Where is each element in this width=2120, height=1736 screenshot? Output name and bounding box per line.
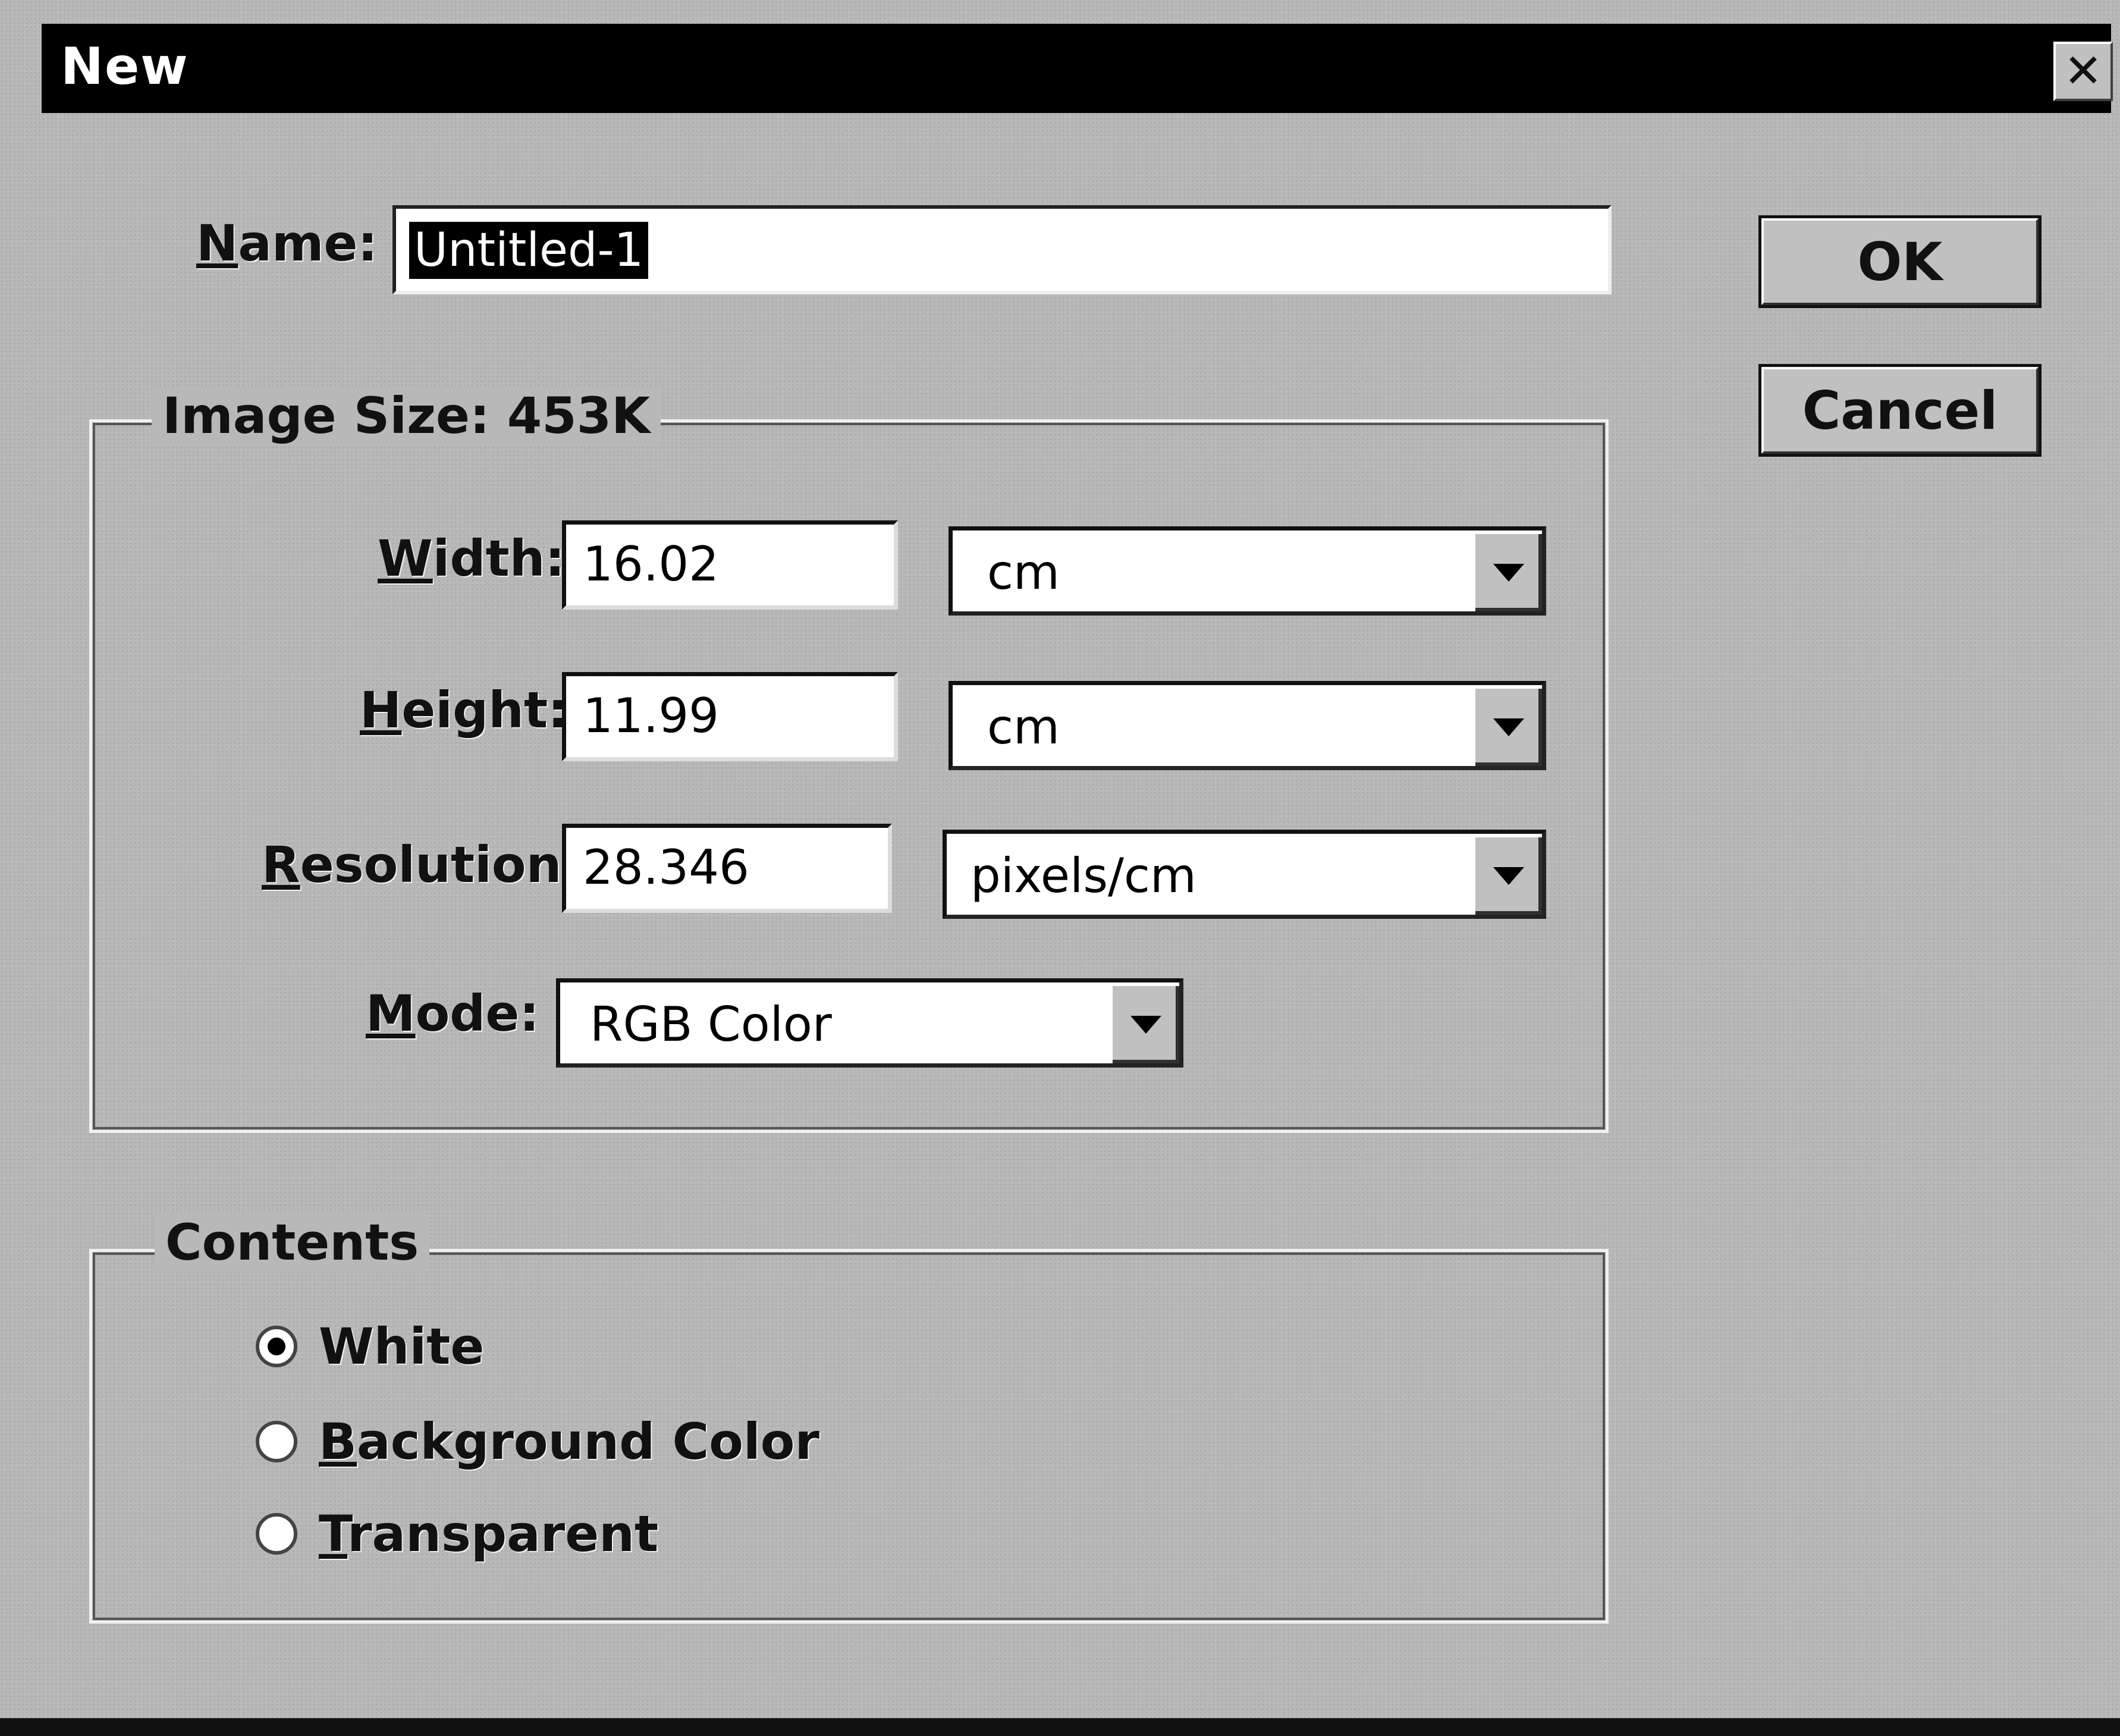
resolution-input[interactable]: 28.346 [562,824,892,913]
chevron-down-icon[interactable] [1472,834,1542,915]
radio-button[interactable] [256,1513,297,1555]
radio-background-color[interactable]: Background Color [256,1412,819,1471]
mode-select[interactable]: RGB Color [556,978,1183,1068]
height-label: Height: [360,681,568,739]
mode-value: RGB Color [590,997,832,1052]
dialog-title: New [61,37,189,96]
radio-transparent[interactable]: Transparent [256,1505,658,1563]
image-size-title: Image Size: 453K [152,387,661,445]
name-label: Name: [196,214,378,272]
width-unit-value: cm [987,545,1060,600]
height-unit-value: cm [987,699,1060,755]
radio-background-color-label: Background Color [319,1412,819,1471]
resolution-unit-value: pixels/cm [971,848,1196,903]
radio-white-label: White [319,1317,485,1376]
radio-white[interactable]: White [256,1317,484,1376]
new-dialog: New ✕ Name: Untitled-1 OK Cancel Image S… [0,0,2120,1736]
chevron-down-icon[interactable] [1472,530,1542,611]
contents-title: Contents [155,1213,430,1272]
radio-button[interactable] [256,1421,297,1462]
width-label: Width: [378,529,566,588]
mode-label: Mode: [366,984,539,1043]
name-input-value: Untitled-1 [409,222,649,279]
ok-button-label: OK [1857,231,1943,293]
radio-button-checked[interactable] [256,1326,297,1367]
width-input[interactable]: 16.02 [562,520,898,610]
height-input[interactable]: 11.99 [562,672,898,761]
chevron-down-icon[interactable] [1472,685,1542,766]
close-icon: ✕ [2064,45,2103,98]
cancel-button-label: Cancel [1802,379,1998,441]
ok-button[interactable]: OK [1758,215,2042,308]
close-button[interactable]: ✕ [2053,42,2113,101]
height-unit-select[interactable]: cm [948,681,1546,770]
title-bar[interactable]: New [42,24,2111,113]
name-input[interactable]: Untitled-1 [392,205,1612,294]
cancel-button[interactable]: Cancel [1758,364,2042,457]
radio-transparent-label: Transparent [319,1505,659,1563]
resolution-unit-select[interactable]: pixels/cm [943,830,1546,919]
resolution-label: Resolution: [262,836,582,894]
width-unit-select[interactable]: cm [948,526,1546,616]
chevron-down-icon[interactable] [1109,982,1179,1063]
